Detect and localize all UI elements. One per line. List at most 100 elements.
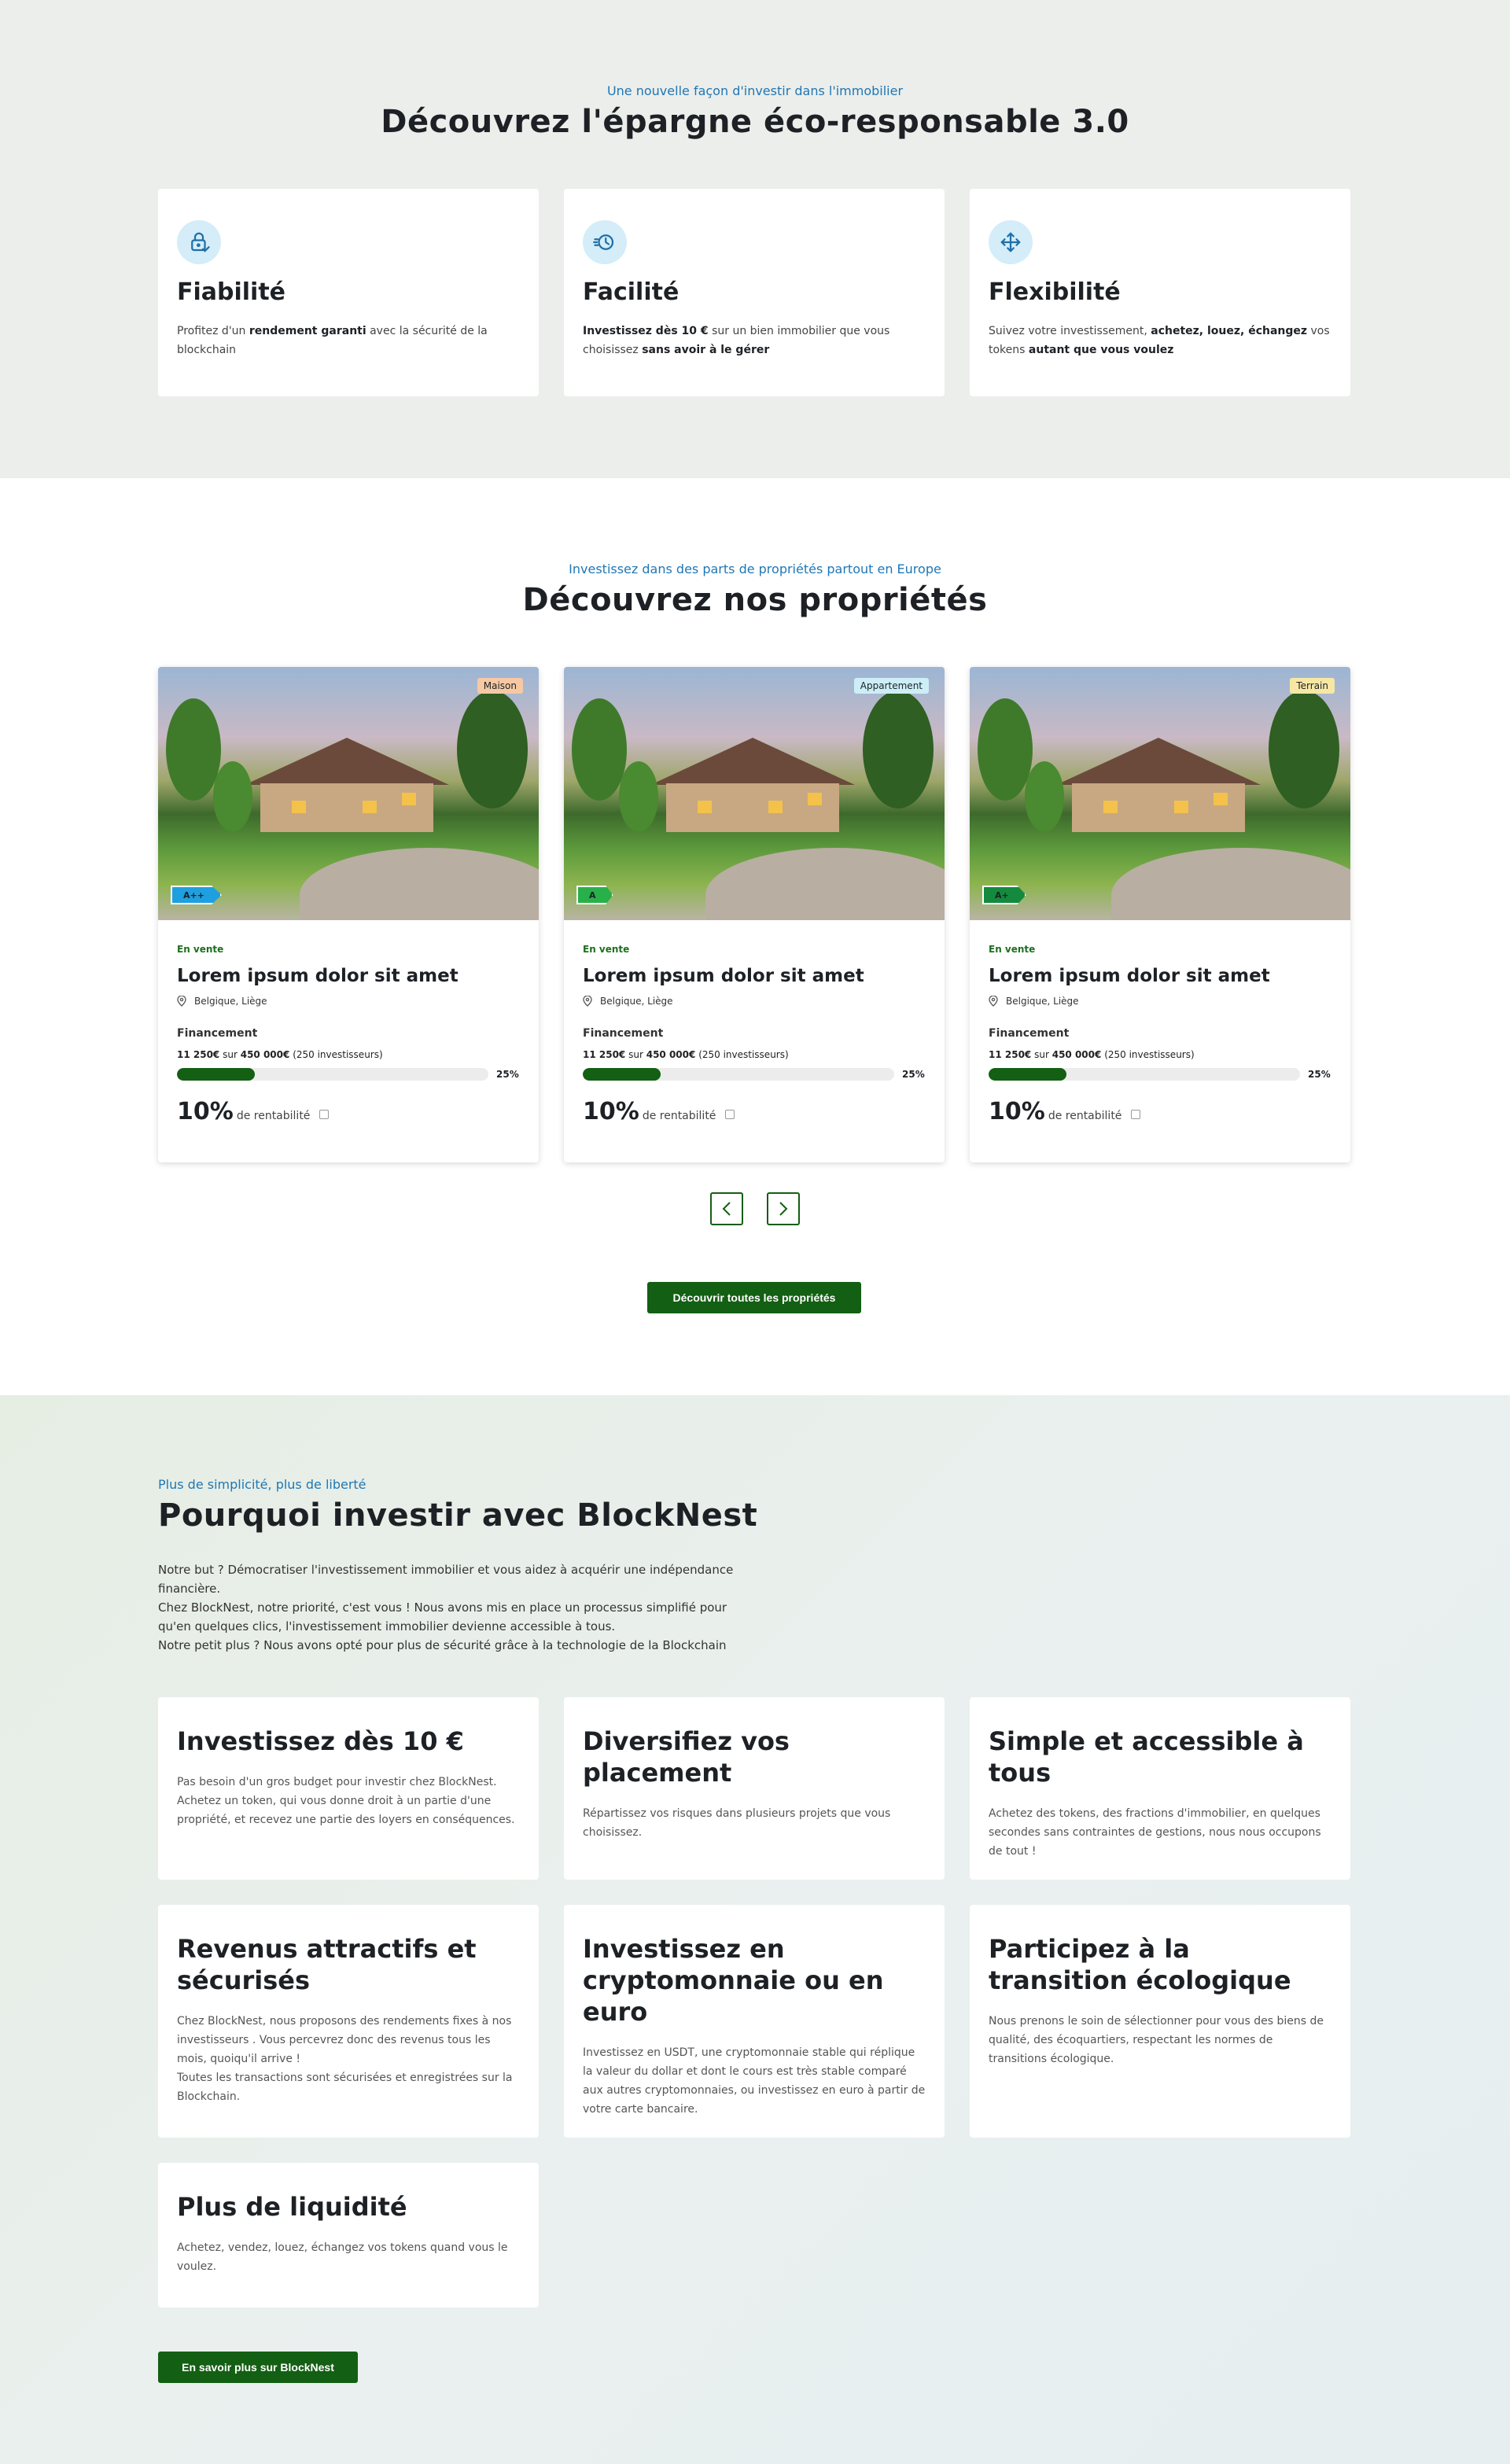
property-image: Terrain A+: [970, 667, 1350, 920]
financing-progress-bar: [989, 1068, 1300, 1081]
chevron-right-icon: [779, 1202, 788, 1216]
financing-progress-bar: [177, 1068, 488, 1081]
feature-text: Investissez dès 10 € sur un bien immobil…: [583, 325, 890, 356]
why-card: Investissez dès 10 € Pas besoin d'un gro…: [158, 1697, 539, 1880]
features-section: Une nouvelle façon d'investir dans l'imm…: [0, 0, 1510, 478]
property-type-badge: Terrain: [1290, 678, 1335, 694]
why-card: Investissez en cryptomonnaie ou en euro …: [564, 1905, 945, 2138]
property-location-text: Belgique, Liège: [600, 996, 673, 1007]
financing-label: Financement: [583, 1027, 664, 1040]
property-location: Belgique, Liège: [177, 996, 520, 1007]
why-card: Diversifiez vos placement Répartissez vo…: [564, 1697, 945, 1880]
location-pin-icon: [177, 996, 186, 1007]
financing-progress-fill: [177, 1068, 255, 1081]
return-label: de rentabilité: [1048, 1110, 1122, 1122]
feature-card-reliability: Fiabilité Profitez d'un rendement garant…: [158, 189, 539, 396]
features-title: Découvrez l'épargne éco-responsable 3.0: [381, 104, 1129, 140]
property-title: Lorem ipsum dolor sit amet: [989, 966, 1270, 986]
why-card-title: Participez à la transition écologique: [989, 1934, 1291, 1995]
why-card-text: Achetez, vendez, louez, échangez vos tok…: [177, 2241, 508, 2273]
features-eyebrow: Une nouvelle façon d'investir dans l'imm…: [606, 83, 904, 98]
return-value: 10%: [177, 1098, 234, 1125]
why-card-title: Investissez en cryptomonnaie ou en euro: [583, 1934, 884, 2027]
property-image: Appartement A: [564, 667, 945, 920]
why-card-text: Répartissez vos risques dans plusieurs p…: [583, 1807, 891, 1839]
why-card-title: Revenus attractifs et sécurisés: [177, 1934, 477, 1995]
property-status: En vente: [989, 944, 1036, 955]
property-card[interactable]: Appartement A En vente Lorem ipsum dolor…: [564, 667, 945, 1162]
property-location-text: Belgique, Liège: [194, 996, 267, 1007]
financing-percent: 25%: [1308, 1069, 1331, 1080]
why-card-text: Achetez des tokens, des fractions d'immo…: [989, 1807, 1321, 1858]
learn-more-button[interactable]: En savoir plus sur BlockNest: [158, 2352, 358, 2383]
feature-card-ease: Facilité Investissez dès 10 € sur un bie…: [564, 189, 945, 396]
intro-paragraph: Notre petit plus ? Nous avons opté pour …: [158, 1638, 727, 1652]
property-title: Lorem ipsum dolor sit amet: [583, 966, 864, 986]
property-image: Maison A++: [158, 667, 539, 920]
feature-card-flexibility: Flexibilité Suivez votre investissement,…: [970, 189, 1350, 396]
intro-paragraph: Chez BlockNest, notre priorité, c'est vo…: [158, 1600, 727, 1633]
property-status: En vente: [583, 944, 630, 955]
feature-title: Facilité: [583, 278, 680, 306]
why-card-title: Plus de liquidité: [177, 2192, 407, 2222]
why-card: Participez à la transition écologique No…: [970, 1905, 1350, 2138]
location-pin-icon: [989, 996, 998, 1007]
move-arrows-icon: [989, 220, 1033, 264]
return-label: de rentabilité: [236, 1110, 311, 1122]
properties-eyebrow: Investissez dans des parts de propriétés…: [569, 562, 941, 576]
property-title: Lorem ipsum dolor sit amet: [177, 966, 459, 986]
financing-percent: 25%: [496, 1069, 519, 1080]
feature-text: Suivez votre investissement, achetez, lo…: [989, 325, 1330, 356]
why-card: Simple et accessible à tous Achetez des …: [970, 1697, 1350, 1880]
carousel-next-button[interactable]: [767, 1192, 800, 1225]
lock-check-icon: [177, 220, 221, 264]
property-card[interactable]: Maison A++ En vente Lorem ipsum dolor si…: [158, 667, 539, 1162]
why-card: Plus de liquidité Achetez, vendez, louez…: [158, 2163, 539, 2307]
properties-title: Découvrez nos propriétés: [522, 582, 988, 618]
energy-label-badge: A: [576, 886, 613, 904]
why-card-text: Pas besoin d'un gros budget pour investi…: [177, 1776, 515, 1826]
financing-label: Financement: [177, 1027, 258, 1040]
financing-label: Financement: [989, 1027, 1070, 1040]
energy-label-badge: A+: [982, 886, 1026, 904]
property-status: En vente: [177, 944, 224, 955]
financing-percent: 25%: [902, 1069, 925, 1080]
financing-progress-fill: [989, 1068, 1066, 1081]
why-invest-section: Plus de simplicité, plus de liberté Pour…: [0, 1395, 1510, 2464]
return-label: de rentabilité: [642, 1110, 716, 1122]
properties-section: Investissez dans des parts de propriétés…: [0, 478, 1510, 1395]
why-card-text: Investissez en USDT, une cryptomonnaie s…: [583, 2046, 926, 2116]
intro-paragraph: Notre but ? Démocratiser l'investissemen…: [158, 1563, 734, 1596]
property-location: Belgique, Liège: [989, 996, 1331, 1007]
why-card: Revenus attractifs et sécurisés Chez Blo…: [158, 1905, 539, 2138]
financing-amount: 11 250€ sur 450 000€ (250 investisseurs): [583, 1049, 789, 1060]
feature-title: Fiabilité: [177, 278, 286, 306]
carousel-prev-button[interactable]: [710, 1192, 743, 1225]
return-value: 10%: [989, 1098, 1045, 1125]
why-intro: Notre but ? Démocratiser l'investissemen…: [158, 1560, 740, 1655]
chevron-left-icon: [722, 1202, 731, 1216]
why-card-text: Nous prenons le soin de sélectionner pou…: [989, 2015, 1324, 2065]
financing-amount: 11 250€ sur 450 000€ (250 investisseurs): [177, 1049, 383, 1060]
info-icon[interactable]: [1131, 1110, 1141, 1119]
feature-title: Flexibilité: [989, 278, 1121, 306]
return-value: 10%: [583, 1098, 639, 1125]
why-card-title: Investissez dès 10 €: [177, 1726, 464, 1756]
energy-label-badge: A++: [171, 886, 222, 904]
property-location: Belgique, Liège: [583, 996, 926, 1007]
discover-properties-button[interactable]: Découvrir toutes les propriétés: [647, 1282, 861, 1313]
property-type-badge: Maison: [477, 678, 523, 694]
property-type-badge: Appartement: [853, 678, 929, 694]
why-title: Pourquoi investir avec BlockNest: [158, 1497, 758, 1534]
location-pin-icon: [583, 996, 592, 1007]
property-card[interactable]: Terrain A+ En vente Lorem ipsum dolor si…: [970, 667, 1350, 1162]
info-icon[interactable]: [725, 1110, 735, 1119]
info-icon[interactable]: [319, 1110, 330, 1119]
feature-text: Profitez d'un rendement garanti avec la …: [177, 325, 488, 356]
financing-progress-fill: [583, 1068, 661, 1081]
financing-progress-bar: [583, 1068, 894, 1081]
financing-amount: 11 250€ sur 450 000€ (250 investisseurs): [989, 1049, 1195, 1060]
why-card-title: Simple et accessible à tous: [989, 1726, 1304, 1788]
property-location-text: Belgique, Liège: [1006, 996, 1079, 1007]
why-card-title: Diversifiez vos placement: [583, 1726, 790, 1788]
